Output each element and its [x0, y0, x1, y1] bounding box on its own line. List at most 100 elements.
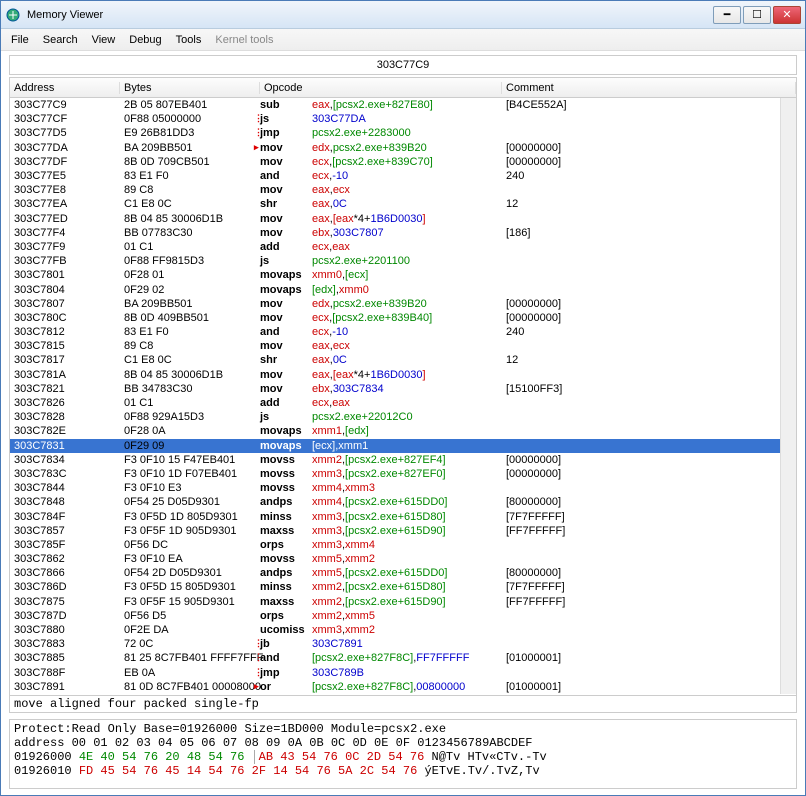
table-row[interactable]: 303C78310F29 09movaps[ecx],xmm1 [10, 439, 796, 453]
close-button[interactable]: ✕ [773, 6, 801, 24]
table-row[interactable]: 303C78280F88 929A15D3jspcsx2.exe+22012C0 [10, 410, 796, 424]
cell-bytes: 01 C1 [120, 241, 260, 253]
table-row[interactable]: 303C77FB0F88 FF9815D3jspcsx2.exe+2201100 [10, 254, 796, 268]
address-bar[interactable]: 303C77C9 [9, 55, 797, 75]
table-row[interactable]: 303C782E0F28 0Amovapsxmm1,[edx] [10, 424, 796, 438]
cell-bytes: 83 E1 F0 [120, 326, 260, 338]
cell-args: ebx,303C7834 [312, 383, 502, 395]
cell-address: 303C7817 [10, 354, 120, 366]
menu-search[interactable]: Search [37, 32, 84, 48]
cell-bytes: BA 209BB501 [120, 142, 260, 154]
cell-opcode: mov [260, 312, 312, 324]
table-row[interactable]: 303C78480F54 25 D05D9301andpsxmm4,[pcsx2… [10, 495, 796, 509]
table-row[interactable]: 303C77ED8B 04 85 30006D1Bmoveax,[eax*4+1… [10, 212, 796, 226]
cell-bytes: F3 0F10 E3 [120, 482, 260, 494]
cell-bytes: BB 34783C30 [120, 383, 260, 395]
cell-bytes: E9 26B81DD3 [120, 127, 260, 139]
cell-opcode: js [260, 411, 312, 423]
cell-bytes: 0F54 2D D05D9301 [120, 567, 260, 579]
cell-comment: [00000000] [502, 468, 796, 480]
cell-bytes: 72 0C [120, 638, 260, 650]
table-row[interactable]: 303C781A8B 04 85 30006D1Bmoveax,[eax*4+1… [10, 368, 796, 382]
hex-protect-line: Protect:Read Only Base=01926000 Size=1BD… [14, 722, 792, 736]
table-row[interactable]: 303C77EAC1 E8 0Cshreax,0C12 [10, 197, 796, 211]
cell-bytes: 0F29 09 [120, 440, 260, 452]
cell-address: 303C7815 [10, 340, 120, 352]
cell-args: ecx,-10 [312, 170, 502, 182]
cell-comment: [7F7FFFFF] [502, 581, 796, 593]
table-row[interactable]: 303C77CF0F88 05000000js⋮303C77DA [10, 112, 796, 126]
table-row[interactable]: 303C7875F3 0F5F 15 905D9301maxssxmm2,[pc… [10, 595, 796, 609]
minimize-button[interactable]: ━ [713, 6, 741, 24]
table-row[interactable]: 303C77DF8B 0D 709CB501movecx,[pcsx2.exe+… [10, 155, 796, 169]
table-row[interactable]: 303C77E583 E1 F0andecx,-10240 [10, 169, 796, 183]
table-row[interactable]: 303C78660F54 2D D05D9301andpsxmm5,[pcsx2… [10, 566, 796, 580]
hex-dump-pane[interactable]: Protect:Read Only Base=01926000 Size=1BD… [9, 719, 797, 789]
titlebar: Memory Viewer ━ ☐ ✕ [1, 1, 805, 29]
table-row[interactable]: 303C7807BA 209BB501movedx,pcsx2.exe+839B… [10, 297, 796, 311]
menu-view[interactable]: View [86, 32, 122, 48]
table-row[interactable]: 303C77DABA 209BB501mov▸edx,pcsx2.exe+839… [10, 141, 796, 155]
table-row[interactable]: 303C77C92B 05 807EB401subeax,[pcsx2.exe+… [10, 98, 796, 112]
cell-bytes: 8B 04 85 30006D1B [120, 369, 260, 381]
table-row[interactable]: 303C783CF3 0F10 1D F07EB401movssxmm3,[pc… [10, 467, 796, 481]
cell-opcode: js⋮ [260, 113, 312, 125]
cell-comment: [B4CE552A] [502, 99, 796, 111]
table-row[interactable]: 303C77E889 C8moveax,ecx [10, 183, 796, 197]
table-row[interactable]: 303C78800F2E DAucomissxmm3,xmm2 [10, 623, 796, 637]
cell-opcode: shr [260, 198, 312, 210]
cell-bytes: 0F56 DC [120, 539, 260, 551]
col-opcode[interactable]: Opcode [260, 82, 502, 94]
hex-row: 01926010 FD 45 54 76 45 14 54 76 2F 14 5… [14, 764, 792, 778]
table-row[interactable]: 303C77F901 C1addecx,eax [10, 240, 796, 254]
col-address[interactable]: Address [10, 82, 120, 94]
cell-address: 303C7880 [10, 624, 120, 636]
app-icon [5, 7, 21, 23]
cell-address: 303C7862 [10, 553, 120, 565]
table-row[interactable]: 303C785F0F56 DCorpsxmm3,xmm4 [10, 538, 796, 552]
menu-kernel-tools[interactable]: Kernel tools [209, 32, 279, 48]
cell-opcode: movss [260, 482, 312, 494]
col-bytes[interactable]: Bytes [120, 82, 260, 94]
table-row[interactable]: 303C7821BB 34783C30movebx,303C7834[15100… [10, 382, 796, 396]
menu-file[interactable]: File [5, 32, 35, 48]
menu-tools[interactable]: Tools [170, 32, 208, 48]
table-row[interactable]: 303C789181 0D 8C7FB401 00008000or▸[pcsx2… [10, 680, 796, 694]
table-row[interactable]: 303C7834F3 0F10 15 F47EB401movssxmm2,[pc… [10, 453, 796, 467]
cell-address: 303C782E [10, 425, 120, 437]
table-row[interactable]: 303C781283 E1 F0andecx,-10240 [10, 325, 796, 339]
table-row[interactable]: 303C784FF3 0F5D 1D 805D9301minssxmm3,[pc… [10, 509, 796, 523]
table-row[interactable]: 303C77D5E9 26B81DD3jmp⋮pcsx2.exe+2283000 [10, 126, 796, 140]
table-row[interactable]: 303C787D0F56 D5orpsxmm2,xmm5 [10, 609, 796, 623]
cell-opcode: add [260, 397, 312, 409]
table-row[interactable]: 303C781589 C8moveax,ecx [10, 339, 796, 353]
maximize-button[interactable]: ☐ [743, 6, 771, 24]
cell-address: 303C785F [10, 539, 120, 551]
col-comment[interactable]: Comment [502, 82, 796, 94]
table-row[interactable]: 303C788581 25 8C7FB401 FFFF7FFFand⋮[pcsx… [10, 651, 796, 665]
table-row[interactable]: 303C78040F29 02movaps[edx],xmm0 [10, 282, 796, 296]
table-row[interactable]: 303C77F4BB 07783C30movebx,303C7807[186] [10, 226, 796, 240]
cell-args: xmm1,[edx] [312, 425, 502, 437]
cell-comment: [FF7FFFFF] [502, 525, 796, 537]
menu-debug[interactable]: Debug [123, 32, 167, 48]
table-row[interactable]: 303C788FEB 0Ajmp⋮303C789B [10, 666, 796, 680]
scrollbar-vertical[interactable] [780, 98, 796, 694]
cell-opcode: and⋮ [260, 652, 312, 664]
cell-bytes: 01 C1 [120, 397, 260, 409]
cell-opcode: movaps [260, 425, 312, 437]
table-row[interactable]: 303C780C8B 0D 409BB501movecx,[pcsx2.exe+… [10, 311, 796, 325]
cell-address: 303C7826 [10, 397, 120, 409]
table-row[interactable]: 303C788372 0Cjb⋮303C7891 [10, 637, 796, 651]
table-row[interactable]: 303C782601 C1addecx,eax [10, 396, 796, 410]
cell-opcode: and [260, 170, 312, 182]
table-row[interactable]: 303C7862F3 0F10 EAmovssxmm5,xmm2 [10, 552, 796, 566]
table-row[interactable]: 303C7857F3 0F5F 1D 905D9301maxssxmm3,[pc… [10, 524, 796, 538]
cell-opcode: mov▸ [260, 142, 312, 154]
table-row[interactable]: 303C78010F28 01movapsxmm0,[ecx] [10, 268, 796, 282]
cell-bytes: 8B 0D 709CB501 [120, 156, 260, 168]
cell-args: [ecx],xmm1 [312, 440, 502, 452]
table-row[interactable]: 303C7817C1 E8 0Cshreax,0C12 [10, 353, 796, 367]
table-row[interactable]: 303C7844F3 0F10 E3movssxmm4,xmm3 [10, 481, 796, 495]
table-row[interactable]: 303C786DF3 0F5D 15 805D9301minssxmm2,[pc… [10, 580, 796, 594]
